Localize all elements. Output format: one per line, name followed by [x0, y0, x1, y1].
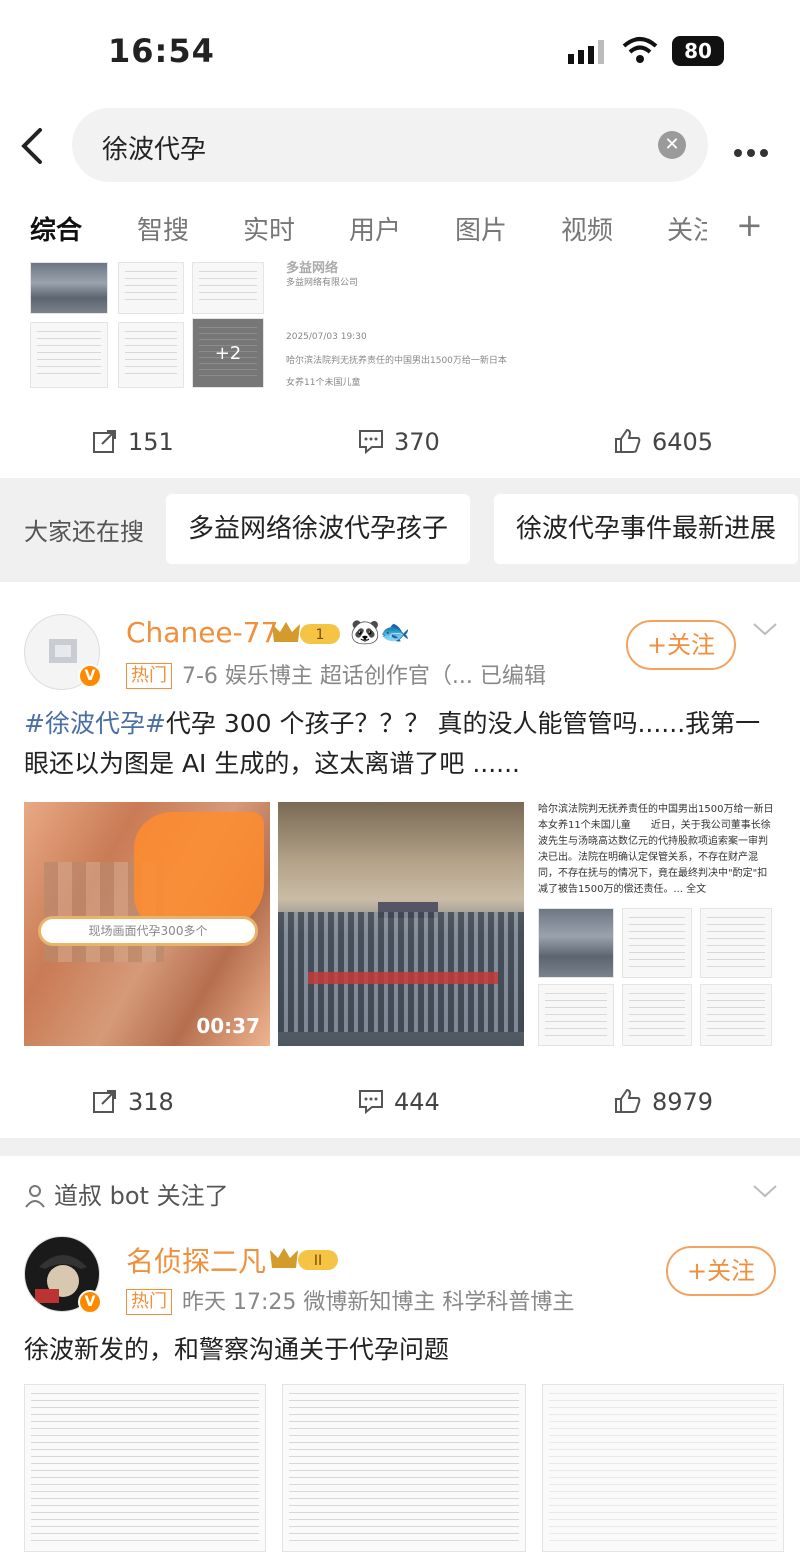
follow-button[interactable]: +关注 — [666, 1246, 776, 1296]
comment-button[interactable]: 444 — [358, 1088, 440, 1116]
search-tabs: 综合 智搜 实时 用户 图片 视频 关注 + — [0, 200, 800, 258]
user-icon — [25, 1185, 45, 1208]
username[interactable]: 名侦探二凡 — [126, 1240, 266, 1280]
fish-badge-icon: 🐟 — [380, 618, 410, 646]
repost-button[interactable]: 318 — [92, 1088, 174, 1116]
search-query-text: 徐波代孕 — [102, 135, 207, 165]
panda-icon: 🐼 — [350, 618, 380, 646]
like-button[interactable]: 8979 — [614, 1088, 713, 1116]
tab-videos[interactable]: 视频 — [561, 210, 613, 247]
post-image[interactable]: 哈尔滨法院判无抚养责任的中国男出1500万给一新日本女养11个未国儿童 近日，关… — [538, 802, 778, 1046]
battery-indicator: 80 — [672, 36, 724, 66]
verified-badge-icon: V — [78, 664, 102, 688]
search-header: 徐波代孕 ✕ — [0, 100, 800, 196]
post-image[interactable] — [282, 1384, 526, 1552]
video-duration: 00:37 — [196, 1014, 260, 1038]
comment-icon — [359, 1090, 383, 1115]
tab-images[interactable]: 图片 — [455, 210, 507, 247]
thumbs-up-icon — [615, 428, 641, 453]
more-options-icon[interactable] — [734, 142, 774, 157]
divider — [0, 1138, 800, 1156]
search-input[interactable]: 徐波代孕 ✕ — [72, 108, 708, 182]
tab-smart-search[interactable]: 智搜 — [137, 210, 189, 247]
svg-text:1: 1 — [316, 627, 325, 643]
also-searching-label: 大家还在搜 — [24, 518, 144, 546]
like-button[interactable]: 6405 — [614, 428, 713, 456]
post-actions: 318 444 8979 — [0, 1078, 800, 1128]
post-meta: 热门 7-6 娱乐博主 超话创作官（... 已编辑 — [126, 658, 546, 690]
hot-tag: 热门 — [126, 1289, 172, 1315]
comment-button[interactable]: 370 — [358, 428, 440, 456]
suggestion-chip[interactable]: 多益网络徐波代孕孩子 — [166, 494, 471, 564]
wifi-icon — [622, 37, 658, 63]
clear-search-icon[interactable]: ✕ — [658, 131, 686, 159]
post-image[interactable] — [278, 802, 524, 1046]
post-image[interactable] — [30, 322, 108, 388]
comment-icon — [359, 430, 383, 455]
tab-comprehensive[interactable]: 综合 — [30, 210, 82, 247]
status-time: 16:54 — [108, 32, 215, 70]
doc-image-text: 哈尔滨法院判无抚养责任的中国男出1500万给一新日本女养11个未国儿童 近日，关… — [538, 804, 774, 895]
post-image-more[interactable]: +2 — [192, 318, 264, 388]
cellular-signal-icon — [568, 40, 604, 64]
membership-badge-icon: 1 — [272, 622, 340, 644]
add-tab-icon[interactable]: + — [736, 206, 763, 244]
more-images-count: +2 — [214, 343, 242, 364]
chevron-down-icon[interactable] — [752, 622, 778, 636]
post-image[interactable] — [542, 1384, 784, 1552]
username[interactable]: Chanee-77 — [126, 616, 278, 649]
post-image[interactable] — [24, 1384, 266, 1552]
also-searching-bar: 大家还在搜 多益网络徐波代孕孩子 徐波代孕事件最新进展 — [0, 478, 800, 582]
post-meta: 热门 昨天 17:25 微博新知博主 科学科普博主 — [126, 1284, 574, 1316]
post-image-row — [24, 1384, 784, 1552]
post-image[interactable] — [118, 262, 184, 314]
post-text: #徐波代孕#代孕 300 个孩子？？？ 真的没人能管管吗......我第一眼还以… — [24, 709, 761, 778]
follow-button[interactable]: +关注 — [626, 620, 736, 670]
tab-users[interactable]: 用户 — [349, 210, 401, 247]
post-doc-preview[interactable]: 多益网络 多益网络有限公司 2025/07/03 19:30 哈尔滨法院判无抚养… — [286, 262, 526, 392]
post-image[interactable] — [30, 262, 108, 314]
verified-badge-icon: V — [78, 1290, 102, 1314]
post-text: 徐波新发的，和警察沟通关于代孕问题 — [24, 1335, 450, 1364]
back-arrow-icon[interactable] — [18, 126, 48, 166]
status-bar: 16:54 80 — [0, 0, 800, 100]
post-image[interactable] — [192, 262, 264, 314]
hot-tag: 热门 — [126, 663, 172, 689]
repost-button[interactable]: 151 — [92, 428, 174, 456]
follow-note: 道叔 bot 关注了 — [24, 1176, 229, 1211]
tab-realtime[interactable]: 实时 — [243, 210, 295, 247]
repost-icon — [93, 1090, 116, 1113]
membership-badge-icon: II — [270, 1248, 338, 1270]
svg-text:II: II — [314, 1253, 322, 1269]
hashtag-link[interactable]: #徐波代孕# — [24, 709, 166, 738]
video-caption-banner: 现场画面代孕300多个 — [38, 916, 258, 946]
post-actions: 151 370 6405 — [0, 418, 800, 468]
suggestion-chip[interactable]: 徐波代孕事件最新进展 — [494, 494, 799, 564]
post-image[interactable] — [118, 322, 184, 388]
chevron-down-icon[interactable] — [752, 1184, 778, 1198]
thumbs-up-icon — [615, 1088, 641, 1113]
tab-following[interactable]: 关注 — [667, 210, 707, 247]
repost-icon — [93, 430, 116, 453]
video-thumbnail[interactable]: 现场画面代孕300多个 00:37 — [24, 802, 270, 1046]
